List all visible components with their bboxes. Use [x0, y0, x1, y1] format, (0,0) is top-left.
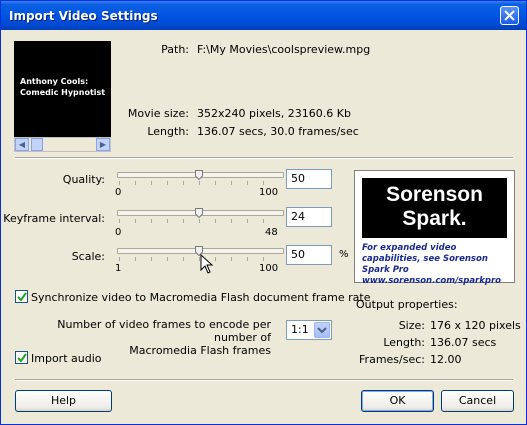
output-heading: Output properties: [356, 298, 458, 311]
quality-thumb[interactable] [195, 170, 203, 180]
scroll-left-button[interactable]: ◀ [15, 138, 29, 151]
logo-line1: Sorenson [386, 183, 483, 206]
sorenson-logo: Sorenson Spark. [362, 178, 507, 238]
movie-length-value: 136.07 secs, 30.0 frames/sec [197, 125, 359, 138]
output-length-label: Length: [383, 336, 425, 349]
chevron-down-icon [317, 327, 327, 334]
help-button[interactable]: Help [15, 390, 112, 412]
window-title: Import Video Settings [9, 9, 158, 23]
movie-size-label: Movie size: [127, 107, 189, 120]
dialog-window: Import Video Settings Anthony Cools: Com… [0, 0, 527, 425]
movie-size-value: 352x240 pixels, 23160.6 Kb [197, 107, 351, 120]
video-preview: Anthony Cools: Comedic Hypnotist [14, 41, 111, 137]
path-value: F:\My Movies\coolspreview.mpg [197, 43, 371, 56]
cancel-button[interactable]: Cancel [441, 390, 514, 412]
keyframe-slider[interactable]: 0 48 [115, 207, 285, 238]
sorenson-promo[interactable]: Sorenson Spark. For expanded video capab… [354, 170, 515, 286]
movie-length-label: Length: [147, 125, 189, 138]
quality-max: 100 [259, 187, 279, 198]
output-size-label: Size: [398, 319, 425, 332]
audio-label[interactable]: Import audio [31, 352, 102, 365]
logo-line2: Spark. [402, 207, 467, 230]
separator-bottom [15, 379, 513, 381]
close-icon [504, 10, 515, 21]
quality-ticks [119, 181, 279, 185]
mouse-cursor-icon [200, 254, 214, 274]
quality-label: Quality: [62, 173, 105, 186]
path-label: Path: [161, 43, 189, 56]
checkmark-icon [17, 292, 27, 302]
dropdown-button[interactable] [314, 322, 330, 338]
keyframe-max: 48 [265, 227, 278, 238]
scale-label: Scale: [71, 250, 105, 263]
output-fps-label: Frames/sec: [359, 353, 425, 366]
keyframe-ticks [119, 219, 279, 223]
keyframe-label: Keyframe interval: [3, 212, 105, 225]
title-bar[interactable]: Import Video Settings [1, 1, 526, 30]
scale-min: 1 [115, 263, 122, 274]
scroll-right-button[interactable]: ▶ [96, 138, 110, 151]
keyframe-thumb[interactable] [195, 208, 203, 218]
preview-scrollbar[interactable]: ◀ ▶ [14, 137, 111, 152]
scale-input[interactable]: 50 [286, 245, 332, 265]
frames-select-value: 1:1 [291, 323, 309, 336]
scroll-thumb[interactable] [31, 138, 43, 151]
close-button[interactable] [500, 6, 519, 25]
preview-caption: Anthony Cools: Comedic Hypnotist [20, 77, 106, 97]
output-size-value: 176 x 120 pixels [430, 319, 521, 332]
keyframe-min: 0 [115, 227, 122, 238]
output-length-value: 136.07 secs [430, 336, 497, 349]
output-fps-value: 12.00 [430, 353, 462, 366]
frames-select[interactable]: 1:1 [286, 320, 332, 340]
ok-button[interactable]: OK [361, 390, 434, 412]
quality-min: 0 [115, 187, 122, 198]
separator-top [15, 157, 513, 159]
checkmark-icon [17, 353, 27, 363]
scale-unit: % [339, 249, 349, 260]
quality-input[interactable]: 50 [286, 169, 332, 189]
scale-max: 100 [259, 263, 279, 274]
promo-tagline: For expanded video capabilities, see Sor… [362, 243, 502, 286]
sync-checkbox[interactable] [15, 290, 28, 303]
keyframe-input[interactable]: 24 [286, 207, 332, 227]
scale-ticks [119, 257, 279, 261]
sync-label[interactable]: Synchronize video to Macromedia Flash do… [31, 291, 370, 304]
audio-checkbox[interactable] [15, 351, 28, 364]
quality-slider[interactable]: 0 100 [115, 169, 285, 199]
